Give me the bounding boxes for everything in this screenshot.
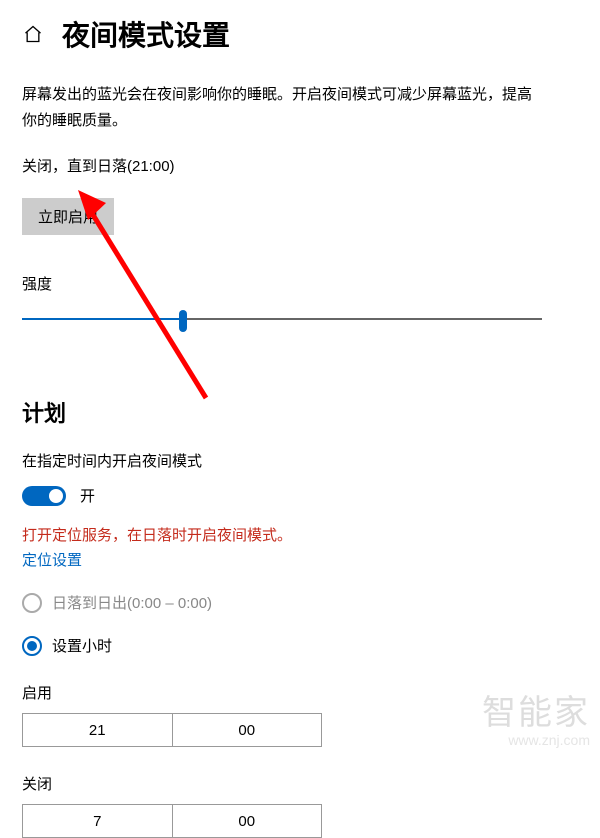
watermark: 智能家 www.znj.com — [482, 695, 590, 748]
radio-set-hours[interactable] — [22, 636, 42, 656]
watermark-line1: 智能家 — [482, 695, 590, 732]
status-text: 关闭，直到日落(21:00) — [22, 155, 578, 176]
radio-set-hours-label: 设置小时 — [52, 635, 112, 656]
location-warning: 打开定位服务，在日落时开启夜间模式。 — [22, 524, 578, 545]
location-settings-link[interactable]: 定位设置 — [22, 552, 82, 569]
schedule-toggle[interactable] — [22, 486, 66, 506]
slider-fill — [22, 318, 183, 320]
toggle-state-label: 开 — [80, 485, 95, 506]
page-title: 夜间模式设置 — [62, 14, 230, 54]
strength-label: 强度 — [22, 273, 578, 294]
watermark-line2: www.znj.com — [482, 733, 590, 748]
turn-off-label: 关闭 — [22, 773, 578, 794]
toggle-knob — [49, 489, 63, 503]
turn-off-time-picker[interactable]: 7 00 — [22, 804, 322, 838]
turn-on-time-picker[interactable]: 21 00 — [22, 713, 322, 747]
radio-sunset[interactable] — [22, 593, 42, 613]
turn-on-minute[interactable]: 00 — [172, 714, 322, 746]
apply-now-button[interactable]: 立即启用 — [22, 198, 114, 235]
home-icon[interactable] — [22, 23, 44, 45]
schedule-label: 在指定时间内开启夜间模式 — [22, 450, 578, 471]
turn-off-minute[interactable]: 00 — [172, 805, 322, 837]
page-header: 夜间模式设置 — [22, 14, 578, 54]
turn-on-hour[interactable]: 21 — [23, 714, 172, 746]
radio-sunset-label: 日落到日出(0:00 – 0:00) — [52, 592, 212, 613]
plan-section-title: 计划 — [22, 396, 578, 428]
description-text: 屏幕发出的蓝光会在夜间影响你的睡眠。开启夜间模式可减少屏幕蓝光，提高你的睡眠质量… — [22, 82, 542, 133]
slider-thumb[interactable] — [179, 310, 187, 332]
turn-off-hour[interactable]: 7 — [23, 805, 172, 837]
strength-slider[interactable] — [22, 306, 542, 336]
